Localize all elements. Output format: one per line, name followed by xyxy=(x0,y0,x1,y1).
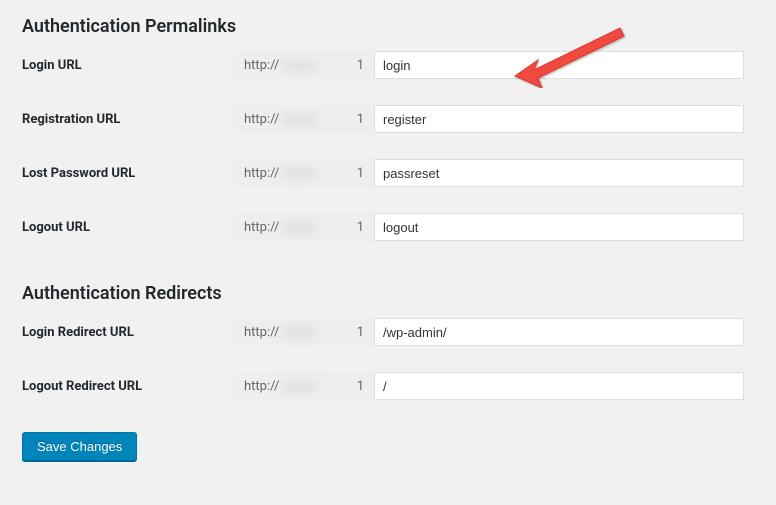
section-heading-permalinks: Authentication Permalinks xyxy=(22,0,754,51)
row-lost-password-url: Lost Password URL http:// xxxxx 1 xyxy=(22,159,754,187)
label-registration-url: Registration URL xyxy=(22,112,234,127)
redirects-table: Login Redirect URL http:// xxxxx 1 Logou… xyxy=(22,318,754,400)
row-logout-url: Logout URL http:// xxxxx 1 xyxy=(22,213,754,241)
input-login-redirect-url[interactable] xyxy=(374,318,744,346)
url-group: http:// xxxxx 1 xyxy=(234,213,744,241)
url-group: http:// xxxxx 1 xyxy=(234,159,744,187)
url-prefix: http:// xxxxx 1 xyxy=(234,105,374,133)
url-prefix: http:// xxxxx 1 xyxy=(234,318,374,346)
row-login-url: Login URL http:// xxxxx 1 xyxy=(22,51,754,79)
label-login-redirect-url: Login Redirect URL xyxy=(22,325,234,340)
url-prefix: http:// xxxxx 1 xyxy=(234,213,374,241)
url-group: http:// xxxxx 1 xyxy=(234,51,744,79)
url-prefix: http:// xxxxx 1 xyxy=(234,372,374,400)
url-group: http:// xxxxx 1 xyxy=(234,372,744,400)
section-heading-redirects: Authentication Redirects xyxy=(22,267,754,318)
row-registration-url: Registration URL http:// xxxxx 1 xyxy=(22,105,754,133)
url-group: http:// xxxxx 1 xyxy=(234,105,744,133)
permalinks-table: Login URL http:// xxxxx 1 Registration U… xyxy=(22,51,754,241)
input-registration-url[interactable] xyxy=(374,105,744,133)
url-prefix: http:// xxxxx 1 xyxy=(234,51,374,79)
save-changes-button[interactable]: Save Changes xyxy=(22,432,137,461)
label-logout-redirect-url: Logout Redirect URL xyxy=(22,379,234,394)
url-prefix: http:// xxxxx 1 xyxy=(234,159,374,187)
row-login-redirect-url: Login Redirect URL http:// xxxxx 1 xyxy=(22,318,754,346)
label-logout-url: Logout URL xyxy=(22,220,234,235)
row-logout-redirect-url: Logout Redirect URL http:// xxxxx 1 xyxy=(22,372,754,400)
label-login-url: Login URL xyxy=(22,58,234,73)
input-logout-url[interactable] xyxy=(374,213,744,241)
label-lost-password-url: Lost Password URL xyxy=(22,166,234,181)
input-login-url[interactable] xyxy=(374,51,744,79)
input-lost-password-url[interactable] xyxy=(374,159,744,187)
input-logout-redirect-url[interactable] xyxy=(374,372,744,400)
url-group: http:// xxxxx 1 xyxy=(234,318,744,346)
